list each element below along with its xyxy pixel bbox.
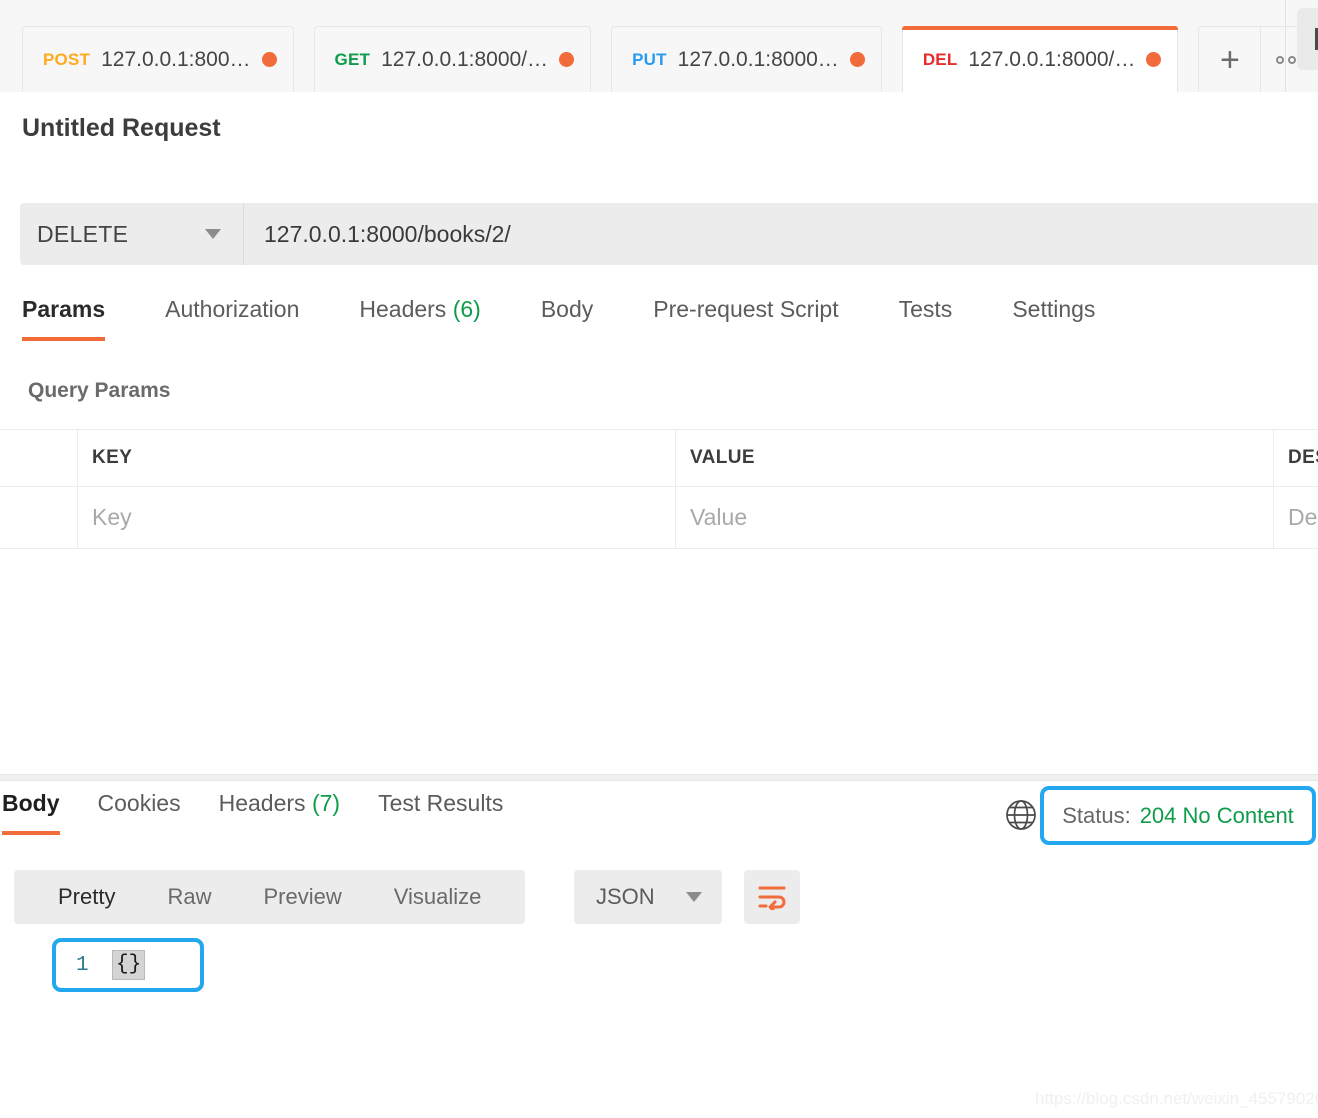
- new-tab-button[interactable]: +: [1198, 26, 1262, 92]
- tab-label: Headers: [218, 790, 306, 816]
- key-placeholder: Key: [92, 504, 132, 530]
- code-line-number: 1: [76, 953, 89, 977]
- row-description-input[interactable]: De: [1274, 487, 1318, 548]
- tab-label: Headers: [359, 296, 447, 322]
- header-checkbox-cell: [0, 430, 78, 486]
- query-params-heading: Query Params: [28, 379, 171, 402]
- row-value-input[interactable]: Value: [676, 487, 1274, 548]
- tab-method-label: POST: [43, 49, 91, 69]
- query-params-table: KEY VALUE DES Key Value De: [0, 429, 1318, 549]
- response-section-tabs: Body Cookies Headers (7) Test Results: [0, 790, 1000, 846]
- value-placeholder: Value: [690, 504, 748, 530]
- url-input[interactable]: 127.0.0.1:8000/books/2/: [244, 203, 1318, 265]
- http-method-label: DELETE: [37, 220, 129, 247]
- table-row[interactable]: Key Value De: [0, 487, 1318, 549]
- tab-headers[interactable]: Headers (6): [359, 296, 510, 341]
- row-checkbox-cell[interactable]: [0, 487, 78, 548]
- viewer-tab-raw[interactable]: Raw: [141, 884, 237, 910]
- response-body-code[interactable]: 1 {}: [52, 938, 204, 992]
- tab-label: Pre-request Script: [653, 296, 839, 322]
- request-tab-get[interactable]: GET 127.0.0.1:8000/…: [313, 26, 592, 92]
- response-panel-divider[interactable]: [0, 774, 1318, 781]
- tab-settings[interactable]: Settings: [1012, 296, 1125, 341]
- word-wrap-button[interactable]: [744, 870, 800, 924]
- tab-strip-divider: [1285, 0, 1286, 92]
- unsaved-indicator-icon: [559, 52, 575, 67]
- globe-icon[interactable]: [1004, 798, 1038, 832]
- postman-window: POST 127.0.0.1:800… GET 127.0.0.1:8000/……: [0, 0, 1318, 1118]
- header-value-cell: VALUE: [676, 430, 1274, 486]
- tab-label: Authorization: [165, 296, 300, 322]
- chevron-down-icon: [205, 229, 221, 239]
- request-title: Untitled Request: [22, 114, 221, 142]
- row-key-input[interactable]: Key: [78, 487, 676, 548]
- column-header-key: KEY: [92, 447, 133, 468]
- request-tab-put[interactable]: PUT 127.0.0.1:8000…: [611, 26, 882, 92]
- viewer-tab-preview[interactable]: Preview: [237, 884, 367, 910]
- header-description-cell: DES: [1274, 430, 1318, 486]
- tab-label: Params: [22, 296, 106, 322]
- tab-tests[interactable]: Tests: [899, 296, 983, 341]
- tab-method-label: PUT: [632, 49, 667, 69]
- format-label: JSON: [596, 884, 655, 909]
- edge-panel-button[interactable]: [1297, 8, 1318, 70]
- tab-url-label: 127.0.0.1:800…: [101, 47, 251, 71]
- request-tab-delete[interactable]: DEL 127.0.0.1:8000/…: [901, 26, 1179, 92]
- code-line-text: {}: [112, 949, 146, 981]
- tab-url-label: 127.0.0.1:8000/…: [968, 47, 1136, 71]
- request-section-tabs: Params Authorization Headers (6) Body Pr…: [0, 296, 1318, 352]
- request-tab-post[interactable]: POST 127.0.0.1:800…: [22, 26, 294, 92]
- tab-params[interactable]: Params: [22, 296, 106, 341]
- response-tab-headers[interactable]: Headers (7): [219, 790, 340, 835]
- unsaved-indicator-icon: [849, 52, 865, 67]
- tab-label: Body: [540, 296, 594, 322]
- unsaved-indicator-icon: [261, 52, 277, 67]
- tab-authorization[interactable]: Authorization: [165, 296, 329, 341]
- tab-method-label: DEL: [922, 49, 958, 69]
- url-bar: DELETE 127.0.0.1:8000/books/2/: [20, 203, 1318, 265]
- description-placeholder: De: [1288, 504, 1318, 530]
- watermark: https://blog.csdn.net/weixin_45579026: [1035, 1089, 1318, 1108]
- http-method-select[interactable]: DELETE: [20, 203, 244, 265]
- header-key-cell: KEY: [78, 430, 676, 486]
- tab-count-badge: (6): [452, 296, 481, 322]
- tab-label: Body: [2, 790, 60, 816]
- tab-pre-request-script[interactable]: Pre-request Script: [653, 296, 868, 341]
- response-tab-test-results[interactable]: Test Results: [378, 790, 503, 835]
- column-header-description: DES: [1288, 447, 1318, 468]
- tab-count-badge: (7): [311, 790, 341, 816]
- chevron-down-icon: [686, 892, 702, 902]
- response-format-select[interactable]: JSON: [574, 870, 722, 924]
- status-value: 204 No Content: [1139, 802, 1294, 828]
- tab-url-label: 127.0.0.1:8000/…: [381, 47, 549, 71]
- tab-url-label: 127.0.0.1:8000…: [677, 47, 839, 71]
- tab-label: Test Results: [378, 790, 504, 816]
- plus-icon: +: [1219, 40, 1240, 79]
- tab-label: Tests: [898, 296, 953, 322]
- viewer-tab-visualize[interactable]: Visualize: [368, 884, 508, 910]
- viewer-tab-pretty[interactable]: Pretty: [32, 884, 141, 910]
- response-viewer-tabs: Pretty Raw Preview Visualize: [14, 870, 526, 924]
- status-label: Status:: [1062, 802, 1131, 828]
- unsaved-indicator-icon: [1146, 52, 1162, 67]
- status-badge: Status: 204 No Content: [1040, 786, 1316, 845]
- column-header-value: VALUE: [690, 447, 755, 468]
- tab-method-label: GET: [334, 49, 371, 69]
- tab-body[interactable]: Body: [541, 296, 623, 341]
- tab-label: Cookies: [97, 790, 181, 816]
- request-tab-list: POST 127.0.0.1:800… GET 127.0.0.1:8000/……: [0, 0, 1318, 92]
- tab-label: Settings: [1012, 296, 1096, 322]
- table-header-row: KEY VALUE DES: [0, 430, 1318, 487]
- response-tab-body[interactable]: Body: [2, 790, 60, 835]
- response-tab-cookies[interactable]: Cookies: [98, 790, 181, 835]
- request-tab-strip: POST 127.0.0.1:800… GET 127.0.0.1:8000/……: [0, 0, 1318, 92]
